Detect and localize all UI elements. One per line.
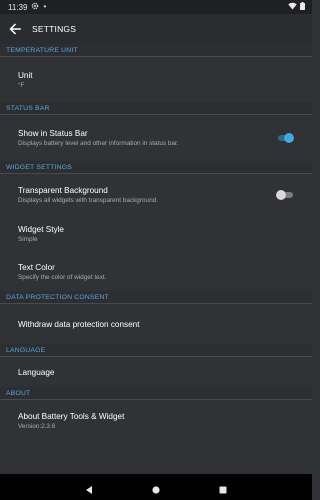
setting-language[interactable]: Language: [0, 357, 312, 387]
setting-about[interactable]: About Battery Tools & Widget Version:2.3…: [0, 400, 312, 442]
transparent-background-toggle[interactable]: [276, 189, 294, 201]
toggle-knob: [276, 189, 286, 200]
setting-value: °F: [18, 81, 25, 89]
setting-transparent-background[interactable]: Transparent Background Displays all widg…: [0, 174, 312, 215]
setting-show-in-status-bar[interactable]: Show in Status Bar Displays battery leve…: [0, 115, 312, 161]
setting-unit[interactable]: Unit °F: [0, 57, 312, 102]
setting-text-color[interactable]: Text Color Specify the color of widget t…: [0, 253, 312, 291]
section-header-about: ABOUT: [0, 387, 312, 400]
app-version: Version:2.3.6: [18, 423, 56, 430]
app-bar: SETTINGS: [0, 14, 312, 44]
nav-home-icon[interactable]: [151, 482, 161, 494]
section-header-widget-settings: WIDGET SETTINGS: [0, 161, 312, 174]
gear-icon: [31, 2, 39, 12]
setting-title: Widget Style: [18, 225, 64, 234]
battery-icon: [300, 2, 305, 12]
section-header-temperature-unit: TEMPERATURE UNIT: [0, 44, 312, 57]
setting-value: Simple: [18, 236, 38, 243]
arrow-back-icon[interactable]: [9, 22, 23, 36]
setting-title: About Battery Tools & Widget: [18, 412, 125, 421]
page-title: SETTINGS: [32, 24, 77, 34]
section-header-status-bar: STATUS BAR: [0, 102, 312, 115]
section-header-language: LANGUAGE: [0, 344, 312, 357]
setting-title: Withdraw data protection consent: [18, 319, 140, 329]
setting-title: Language: [18, 367, 55, 377]
setting-title: Text Color: [18, 263, 55, 272]
status-bar-toggle[interactable]: [276, 132, 294, 144]
setting-description: Displays battery level and other informa…: [18, 140, 179, 147]
notification-dot: •: [43, 2, 47, 11]
setting-widget-style[interactable]: Widget Style Simple: [0, 215, 312, 253]
nav-back-icon[interactable]: [84, 482, 94, 494]
system-status-bar: 11:39 •: [0, 0, 312, 14]
setting-description: Displays all widgets with transparent ba…: [18, 196, 158, 204]
settings-list: TEMPERATURE UNIT Unit °F STATUS BAR Show…: [0, 44, 312, 442]
setting-title: Unit: [18, 70, 33, 80]
setting-title: Transparent Background: [18, 185, 108, 195]
nav-recents-icon[interactable]: [218, 482, 228, 494]
section-header-data-protection: DATA PROTECTION CONSENT: [0, 291, 312, 304]
wifi-icon: [288, 2, 297, 12]
setting-withdraw-consent[interactable]: Withdraw data protection consent: [0, 304, 312, 344]
system-navigation-bar: [0, 474, 312, 500]
setting-title: Show in Status Bar: [18, 129, 88, 138]
status-time: 11:39: [8, 2, 28, 12]
setting-description: Specify the color of widget text.: [18, 274, 107, 281]
toggle-knob: [284, 133, 294, 143]
